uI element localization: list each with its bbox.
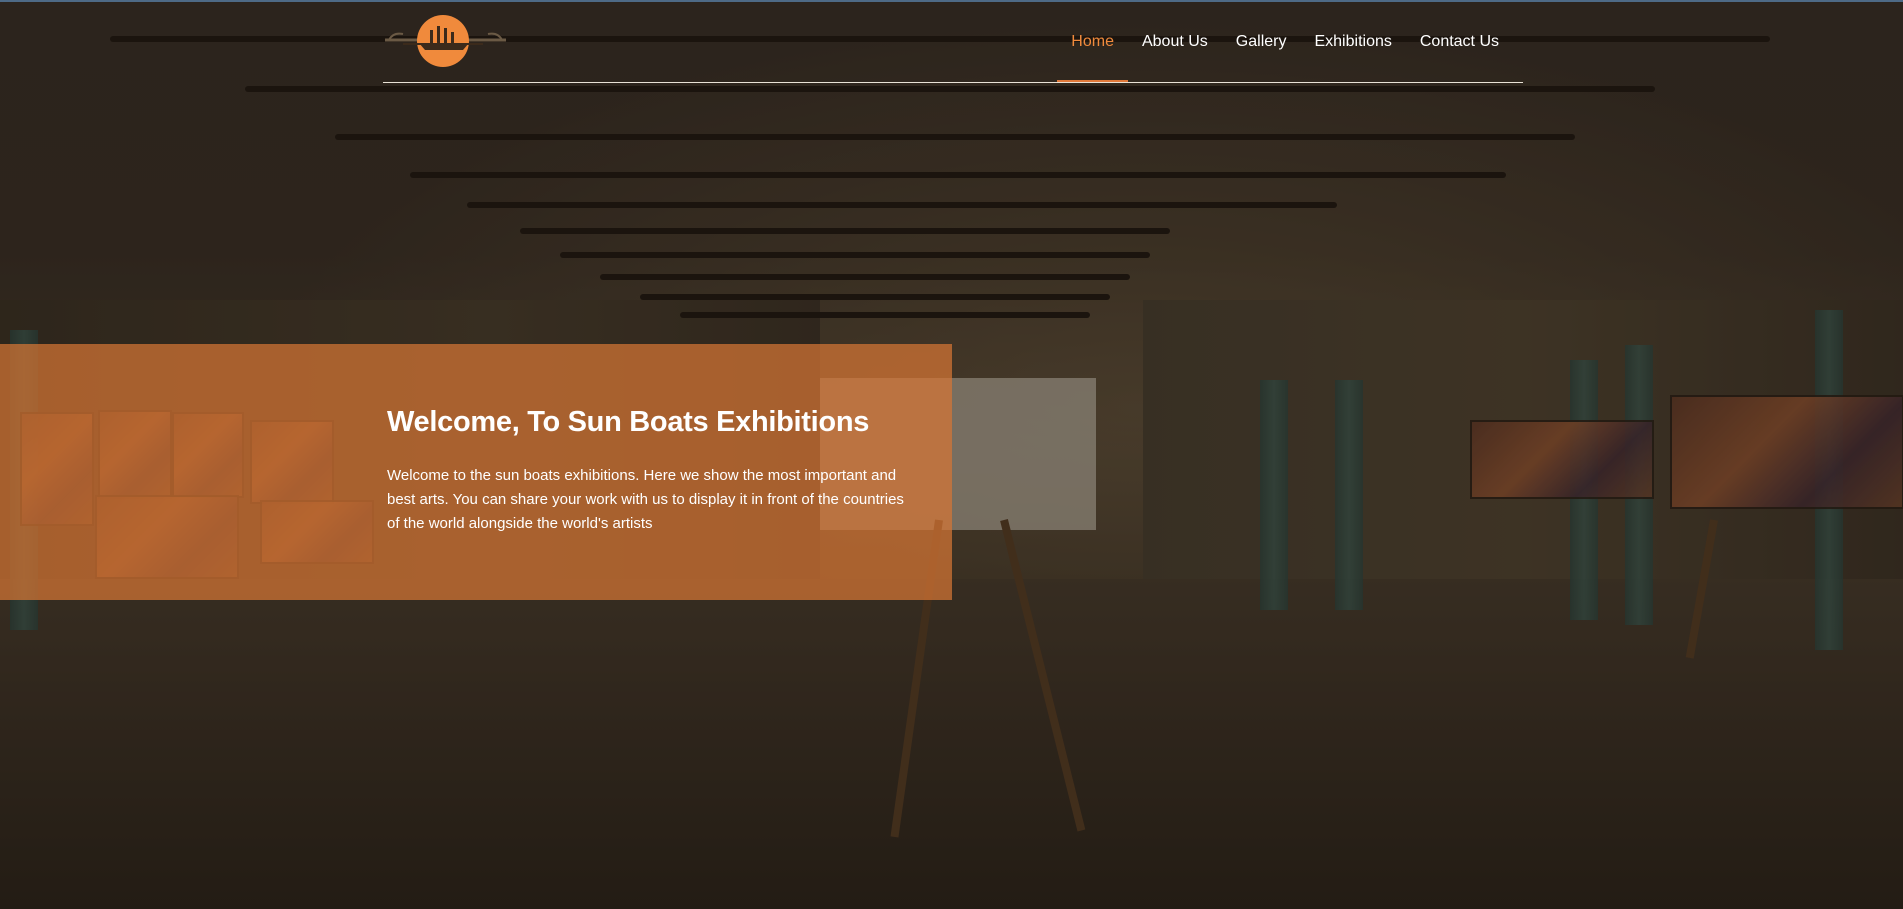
site-header: Home About Us Gallery Exhibitions Contac… [383,0,1523,83]
nav-exhibitions[interactable]: Exhibitions [1300,0,1405,82]
hero-title: Welcome, To Sun Boats Exhibitions [387,406,870,438]
nav-contact-us[interactable]: Contact Us [1406,0,1513,82]
page: Home About Us Gallery Exhibitions Contac… [0,0,1903,909]
sun-boat-logo-icon[interactable] [383,10,508,72]
nav-gallery[interactable]: Gallery [1222,0,1301,82]
nav-home[interactable]: Home [1057,0,1128,82]
hero-description: Welcome to the sun boats exhibitions. He… [387,467,904,532]
main-nav: Home About Us Gallery Exhibitions Contac… [1057,0,1513,82]
nav-about-us[interactable]: About Us [1128,0,1222,82]
